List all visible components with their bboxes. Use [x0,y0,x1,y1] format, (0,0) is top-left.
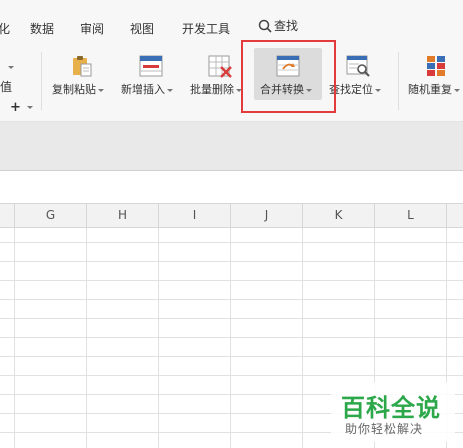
formula-bar-area [0,122,463,170]
menu-search-label: 查找 [274,19,299,33]
grid-row-line [0,337,463,338]
grid-row-line [0,318,463,319]
column-header-l[interactable]: L [375,203,447,228]
column-header-g[interactable]: G [15,203,87,228]
column-header-i[interactable]: I [159,203,231,228]
insert-table-icon [139,55,163,77]
annotation-highlight-box [241,40,336,113]
insert-text: 新增插入 [121,83,165,96]
grid-row-line [0,242,463,243]
find-locate-label: 查找定位 [329,81,381,97]
plus-label: + [10,100,21,115]
menu-item-data[interactable]: 数据 [30,20,54,37]
watermark-subtitle: 助你轻松解决 [345,422,424,436]
menu-item-review[interactable]: 审阅 [80,20,104,37]
insert-label: 新增插入 [121,81,173,97]
copy-paste-text: 复制粘贴 [52,83,96,96]
random-repeat-button[interactable]: 随机重复 [404,44,463,108]
column-header-h[interactable]: H [87,203,159,228]
ribbon-separator [398,52,399,110]
batch-delete-text: 批量删除 [190,83,234,96]
random-repeat-text: 随机重复 [408,83,452,96]
random-repeat-icon [427,56,445,76]
grid-row-line [0,280,463,281]
menu-item-partial[interactable]: 化 [0,20,10,37]
grid-row-line [0,299,463,300]
grid-row-line [0,261,463,262]
column-header-partial[interactable] [447,203,463,228]
column-header-j[interactable]: J [231,203,303,228]
find-locate-icon [346,55,370,77]
menu-item-developer[interactable]: 开发工具 [182,20,230,37]
sheet-top-gap [0,171,463,203]
batch-delete-label: 批量删除 [190,81,242,97]
grid-row-line [0,375,463,376]
ribbon-left-value-label[interactable]: 值 [0,78,12,95]
ribbon-left-arrow[interactable] [6,60,14,73]
column-header-k[interactable]: K [303,203,375,228]
grid-row-line [0,356,463,357]
ribbon-toolbar: 值 + 复制粘贴 新增插入 批量删除 合并转换 查找定位 随机重复 [0,44,463,122]
copy-paste-button[interactable]: 复制粘贴 [50,44,114,108]
watermark: 百科全说 助你轻松解决 [331,382,455,442]
watermark-title: 百科全说 [341,394,441,422]
insert-button[interactable]: 新增插入 [119,44,183,108]
ribbon-left-plus-button[interactable]: + [10,100,33,115]
menu-bar: 化 数据 审阅 视图 开发工具 查找 [0,0,463,44]
menu-search[interactable]: 查找 [258,17,298,34]
clipboard-paste-icon [73,56,92,77]
random-repeat-label: 随机重复 [408,81,460,97]
column-header-partial[interactable] [0,203,15,228]
delete-cells-icon [208,55,232,78]
search-icon [258,19,272,33]
copy-paste-label: 复制粘贴 [52,81,104,97]
ribbon-separator [41,52,42,110]
menu-item-view[interactable]: 视图 [130,20,154,37]
